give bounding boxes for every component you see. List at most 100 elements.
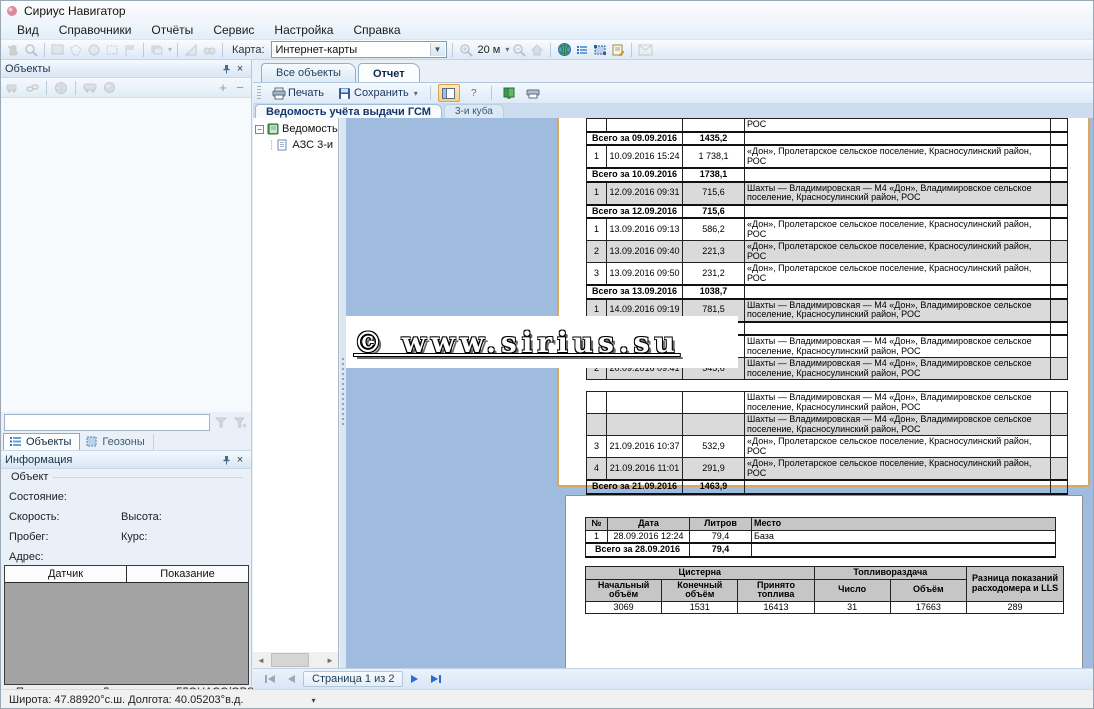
toolbar-grip [257,86,261,100]
cell-place: База [752,530,1056,543]
col-cistern: Цистерна [586,567,815,580]
collapse-icon[interactable]: − [255,125,264,134]
first-page-button[interactable] [261,671,279,687]
main-toolbar: ▾ Карта: Интернет-карты ▼ 20 м ▾ [1,40,1094,60]
last-page-button[interactable] [427,671,445,687]
objects-list-icon[interactable] [574,42,590,58]
state-label: Состояние: [9,491,67,503]
menu-item[interactable]: Справочники [49,21,142,39]
speed-label: Скорость: [9,511,60,523]
cell-place: РОС [745,119,1051,132]
scroll-right-icon[interactable]: ► [322,652,338,668]
watermark: © www.sirius.su [346,316,738,368]
report-toolbar: Печать Сохранить ▾ ? [253,82,1094,104]
prev-page-button[interactable] [282,671,300,687]
map-label: Карта: [232,44,265,56]
zoom-scale-value[interactable]: 20 м [478,44,501,56]
status-dropdown-icon[interactable]: ▾ [311,696,315,705]
cell-place: «Дон», Пролетарское сельское поселение, … [745,263,1051,286]
print-button[interactable]: Печать [267,85,329,101]
tree-item-child-label: АЗС 3-и [292,139,333,151]
globe-icon[interactable] [556,42,572,58]
next-page-button[interactable] [406,671,424,687]
sensors-col-sensor: Датчик [5,566,127,582]
geozones-icon[interactable] [592,42,608,58]
pin-icon[interactable] [219,62,233,76]
save-caret-icon[interactable]: ▾ [414,89,418,98]
panel-icon [442,88,455,99]
cell-litres: 1 738,1 [683,145,745,168]
pin-icon[interactable] [219,453,233,467]
menu-item[interactable]: Вид [7,21,49,39]
report-hidden-row [587,380,1068,392]
save-button[interactable]: Сохранить ▾ [333,85,423,101]
report-data-row: 213.09.2016 09:40221,3«Дон», Пролетарско… [587,241,1068,263]
cell-total-label: Всего за 21.09.2016 [587,480,683,494]
book-icon [503,87,515,100]
report-total-row: Всего за 21.09.20161463,9 [587,480,1068,494]
objects-toolbar: + − [1,78,251,98]
menu-item[interactable]: Сервис [203,21,264,39]
select-map-icon [50,42,66,58]
zoom-scale-caret-icon[interactable]: ▾ [505,45,509,54]
menu-item[interactable]: Отчёты [141,21,203,39]
printer-icon [272,87,284,99]
zoom-out-icon [511,42,527,58]
report-tab-main[interactable]: Ведомость учёта выдачи ГСМ [255,104,442,118]
close-icon[interactable]: × [233,453,247,467]
tree-item-root[interactable]: − Ведомость [253,121,338,137]
tab-all-objects[interactable]: Все объекты [261,63,356,82]
pan-hand-icon [5,42,21,58]
objects-list[interactable] [1,98,251,412]
col-num: № [586,518,608,531]
cell-num: 2 [587,241,607,263]
fuel-table-page2: № Дата Литров Место 128.09.2016 12:2479,… [585,517,1056,558]
globe-small-icon [53,80,69,96]
tree-hscrollbar[interactable]: ◄ ► [253,652,338,668]
cell-num: 1 [587,145,607,168]
cell-place: «Дон», Пролетарское сельское поселение, … [745,436,1051,458]
close-icon[interactable]: × [233,62,247,76]
value-difference: 289 [967,601,1064,614]
report-data-row: 113.09.2016 09:13586,2«Дон», Пролетарско… [587,218,1068,241]
tab-objects[interactable]: Объекты [3,433,80,450]
page-setup-button[interactable] [523,84,543,102]
tab-report[interactable]: Отчет [358,63,420,83]
col-end-volume: Конечный объём [662,579,738,601]
address-label: Адрес: [9,551,44,563]
notes-icon[interactable] [610,42,626,58]
scroll-left-icon[interactable]: ◄ [253,652,269,668]
rect-select-icon [104,42,120,58]
window-title: Сириус Навигатор [24,4,126,18]
tree-item-child[interactable]: ┊ АЗС 3-и [253,137,338,153]
home-icon [529,42,545,58]
tab-objects-label: Объекты [26,436,71,448]
cell-num: 3 [587,436,607,458]
geozones-tab-icon [86,436,98,448]
filter-clear-icon [232,414,248,430]
report-data-row: 321.09.2016 10:37532,9«Дон», Пролетарско… [587,436,1068,458]
map-select-arrow-icon[interactable]: ▼ [430,43,445,56]
report-data-row: Шахты — Владимировская — М4 «Дон», Влади… [587,414,1068,436]
tab-geozones[interactable]: Геозоны [80,434,153,450]
map-select[interactable]: Интернет-карты ▼ [271,41,447,58]
report-tab-strip: Ведомость учёта выдачи ГСМ 3-и куба [253,104,1094,118]
cell-litres: 715,6 [683,182,745,205]
menu-item[interactable]: Справка [343,21,410,39]
cell-date: 28.09.2016 12:24 [608,530,690,543]
cell-num: 1 [586,530,608,543]
pager-bar: Страница 1 из 2 [253,668,1094,689]
report-viewer[interactable]: РОСВсего за 09.09.20161435,2110.09.2016 … [346,118,1094,668]
bus-icon [82,80,98,96]
toggle-tree-button[interactable] [438,84,460,102]
filter-icon [213,414,229,430]
objects-panel-title: Объекты [5,63,219,75]
help-button[interactable]: ? [464,84,484,102]
report-tab-secondary[interactable]: 3-и куба [444,104,504,118]
parameters-button[interactable] [499,84,519,102]
cell-litres: 532,9 [683,436,745,458]
menu-item[interactable]: Настройка [264,21,343,39]
scroll-thumb[interactable] [271,653,309,667]
table-total-row: Всего за 28.09.2016 79,4 [586,543,1056,557]
object-filter-input[interactable] [4,414,210,431]
